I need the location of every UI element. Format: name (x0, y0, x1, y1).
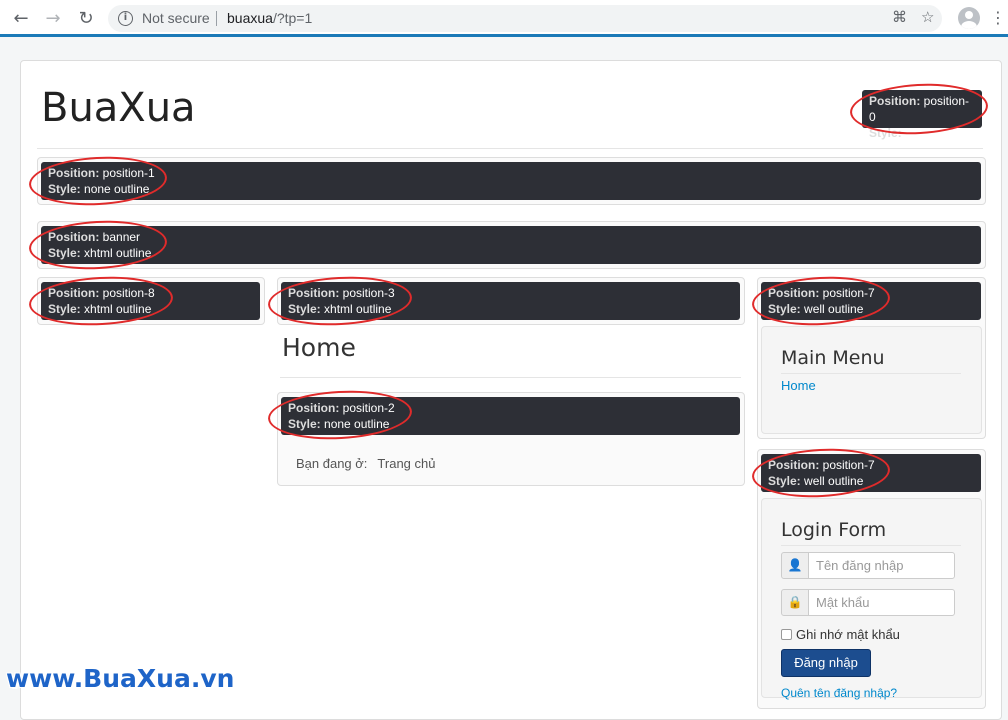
password-group: 🔒 Mật khẩu (781, 589, 955, 616)
site-info-icon[interactable]: i (118, 11, 133, 26)
breadcrumb-label: Bạn đang ở: (296, 456, 368, 471)
url-separator (216, 11, 217, 26)
back-icon[interactable]: ← (10, 8, 32, 30)
username-group: 👤 Tên đăng nhập (781, 552, 955, 579)
remember-label: Ghi nhớ mật khẩu (796, 627, 900, 642)
breadcrumb-item[interactable]: Trang chủ (377, 456, 435, 471)
page-title: Home (282, 333, 356, 362)
login-form-title: Login Form (781, 519, 887, 541)
reload-icon[interactable]: ↻ (75, 8, 97, 30)
translate-icon[interactable]: ⌘ (892, 8, 907, 26)
watermark: www.BuaXua.vn (6, 664, 235, 693)
remember-me[interactable]: Ghi nhớ mật khẩu (781, 627, 900, 642)
login-button[interactable]: Đăng nhập (781, 649, 871, 677)
forward-icon[interactable]: → (42, 8, 64, 30)
url-text[interactable]: buaxua/?tp=1 (227, 10, 312, 26)
url-path: /?tp=1 (272, 10, 313, 26)
main-menu-module: Main Menu Home (761, 326, 982, 434)
lock-icon: 🔒 (781, 589, 809, 616)
password-input[interactable]: Mật khẩu (808, 589, 955, 616)
header-divider (37, 148, 983, 149)
module-position-1: Position: position-1 Style: none outline (41, 162, 981, 200)
menu-item-home[interactable]: Home (781, 378, 816, 393)
address-bar[interactable]: i Not secure buaxua/?tp=1 ⌘ ☆ (108, 5, 942, 32)
remember-checkbox[interactable] (781, 629, 792, 640)
security-status: Not secure (142, 10, 210, 26)
browser-toolbar: ← → ↻ i Not secure buaxua/?tp=1 ⌘ ☆ ⋮ (0, 0, 1008, 37)
breadcrumb: Bạn đang ở: Trang chủ (296, 456, 435, 471)
browser-menu-icon[interactable]: ⋮ (990, 8, 1006, 27)
main-menu-title: Main Menu (781, 347, 885, 369)
forgot-username-link[interactable]: Quên tên đăng nhập? (781, 686, 897, 700)
title-divider (280, 377, 741, 378)
menu-divider (781, 373, 961, 374)
bookmark-star-icon[interactable]: ☆ (921, 8, 934, 26)
profile-avatar-icon[interactable] (958, 7, 980, 29)
site-brand[interactable]: BuaXua (41, 85, 196, 131)
username-input[interactable]: Tên đăng nhập (808, 552, 955, 579)
module-banner: Position: banner Style: xhtml outline (41, 226, 981, 264)
url-host: buaxua (227, 10, 273, 26)
login-divider (781, 545, 961, 546)
user-icon: 👤 (781, 552, 809, 579)
